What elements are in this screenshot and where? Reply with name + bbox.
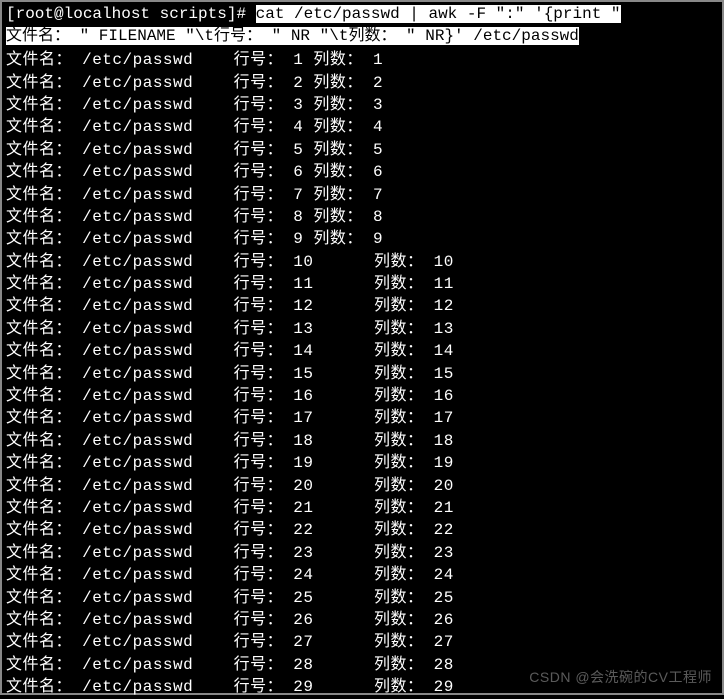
output-row: 文件名： /etc/passwd 行号： 4 列数： 4 xyxy=(2,116,722,138)
output-row: 文件名： /etc/passwd 行号： 16 列数： 16 xyxy=(2,385,722,407)
output-row: 文件名： /etc/passwd 行号： 28 列数： 28 xyxy=(2,654,722,676)
output-row: 文件名： /etc/passwd 行号： 26 列数： 26 xyxy=(2,609,722,631)
output-row: 文件名： /etc/passwd 行号： 27 列数： 27 xyxy=(2,631,722,653)
output-row: 文件名： /etc/passwd 行号： 22 列数： 22 xyxy=(2,519,722,541)
output-row: 文件名： /etc/passwd 行号： 14 列数： 14 xyxy=(2,340,722,362)
command-prompt: [root@localhost scripts]# cat /etc/passw… xyxy=(2,2,722,49)
output-row: 文件名： /etc/passwd 行号： 12 列数： 12 xyxy=(2,295,722,317)
output-row: 文件名： /etc/passwd 行号： 8 列数： 8 xyxy=(2,206,722,228)
prompt-prefix: [root@localhost scripts]# xyxy=(6,5,256,23)
output-row: 文件名： /etc/passwd 行号： 18 列数： 18 xyxy=(2,430,722,452)
output-row: 文件名： /etc/passwd 行号： 10 列数： 10 xyxy=(2,251,722,273)
output-row: 文件名： /etc/passwd 行号： 5 列数： 5 xyxy=(2,139,722,161)
command-text-line2: 文件名： " FILENAME "\t行号： " NR "\t列数： " NR}… xyxy=(6,27,579,45)
output-row: 文件名： /etc/passwd 行号： 21 列数： 21 xyxy=(2,497,722,519)
output-row: 文件名： /etc/passwd 行号： 24 列数： 24 xyxy=(2,564,722,586)
output-row: 文件名： /etc/passwd 行号： 29 列数： 29 xyxy=(2,676,722,698)
output-row: 文件名： /etc/passwd 行号： 11 列数： 11 xyxy=(2,273,722,295)
output-row: 文件名： /etc/passwd 行号： 9 列数： 9 xyxy=(2,228,722,250)
output-row: 文件名： /etc/passwd 行号： 25 列数： 25 xyxy=(2,587,722,609)
output-row: 文件名： /etc/passwd 行号： 20 列数： 20 xyxy=(2,475,722,497)
output-rows: 文件名： /etc/passwd 行号： 1 列数： 1文件名： /etc/pa… xyxy=(2,49,722,698)
output-row: 文件名： /etc/passwd 行号： 15 列数： 15 xyxy=(2,363,722,385)
output-row: 文件名： /etc/passwd 行号： 23 列数： 23 xyxy=(2,542,722,564)
output-row: 文件名： /etc/passwd 行号： 7 列数： 7 xyxy=(2,184,722,206)
output-row: 文件名： /etc/passwd 行号： 17 列数： 17 xyxy=(2,407,722,429)
output-row: 文件名： /etc/passwd 行号： 19 列数： 19 xyxy=(2,452,722,474)
output-row: 文件名： /etc/passwd 行号： 13 列数： 13 xyxy=(2,318,722,340)
output-row: 文件名： /etc/passwd 行号： 6 列数： 6 xyxy=(2,161,722,183)
output-row: 文件名： /etc/passwd 行号： 2 列数： 2 xyxy=(2,72,722,94)
command-text-line1: cat /etc/passwd | awk -F ":" '{print " xyxy=(256,5,621,23)
output-row: 文件名： /etc/passwd 行号： 1 列数： 1 xyxy=(2,49,722,71)
output-row: 文件名： /etc/passwd 行号： 3 列数： 3 xyxy=(2,94,722,116)
